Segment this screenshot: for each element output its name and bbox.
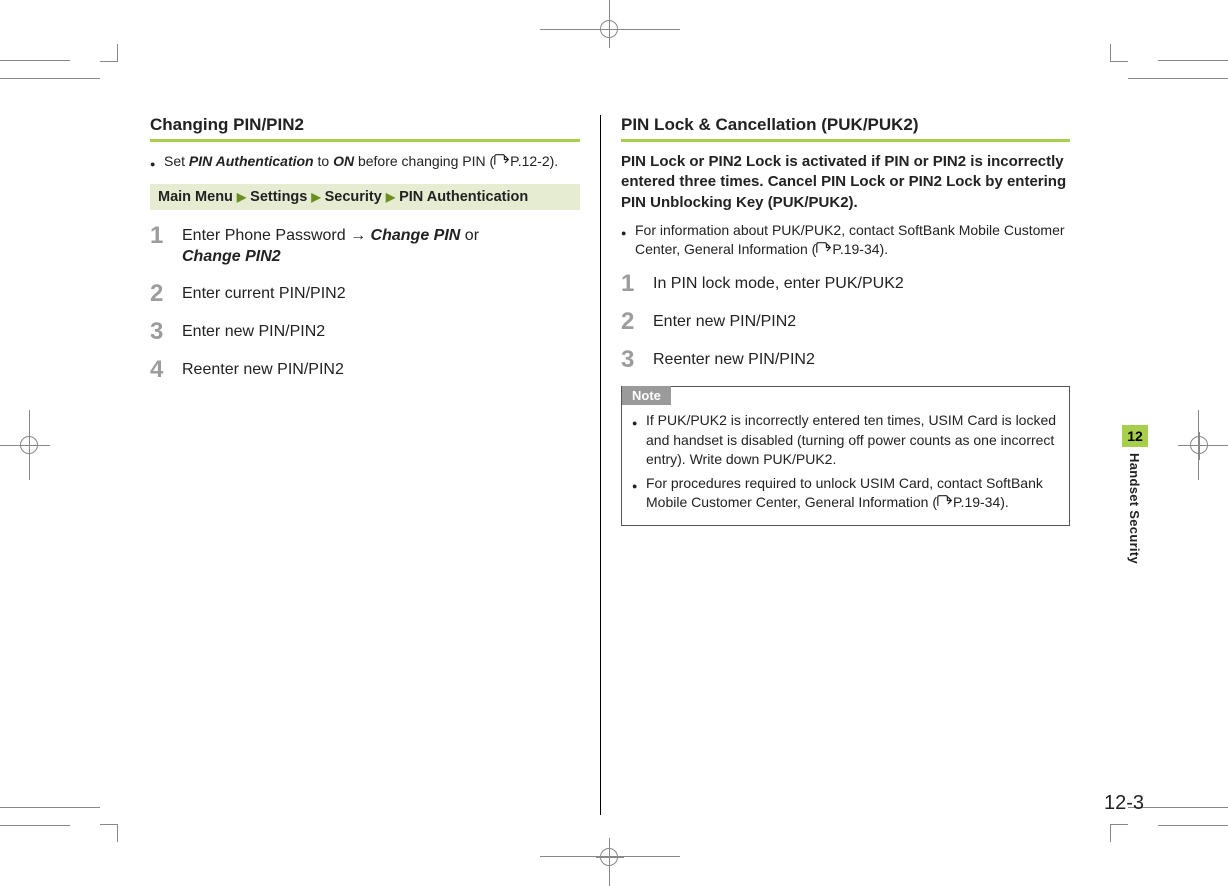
arrow-icon: → [350, 227, 366, 244]
nav-segment: PIN Authentication [399, 189, 528, 205]
step-number: 2 [150, 282, 182, 306]
step-text: In PIN lock mode, enter PUK/PUK2 [653, 272, 904, 296]
bullet-icon [150, 152, 164, 172]
note-label: Note [622, 386, 671, 405]
step-number: 1 [150, 224, 182, 268]
bullet-icon [621, 221, 635, 260]
step-text: Enter current PIN/PIN2 [182, 282, 346, 306]
step: 3 Reenter new PIN/PIN2 [621, 348, 1070, 372]
step-text: Enter new PIN/PIN2 [182, 320, 325, 344]
step-number: 3 [621, 348, 653, 372]
reference-icon [937, 494, 953, 507]
step-text: Enter new PIN/PIN2 [653, 310, 796, 334]
step-text: Reenter new PIN/PIN2 [182, 358, 344, 382]
right-steps: 1 In PIN lock mode, enter PUK/PUK2 2 Ent… [621, 272, 1070, 372]
note-text: For procedures required to unlock USIM C… [646, 474, 1059, 513]
bullet-icon [632, 411, 646, 470]
right-column: PIN Lock & Cancellation (PUK/PUK2) PIN L… [600, 115, 1070, 815]
chapter-title: Handset Security [1127, 453, 1142, 564]
step: 4 Reenter new PIN/PIN2 [150, 358, 580, 382]
step: 2 Enter current PIN/PIN2 [150, 282, 580, 306]
left-steps: 1 Enter Phone Password → Change PIN or C… [150, 224, 580, 382]
step-number: 1 [621, 272, 653, 296]
section-heading-right: PIN Lock & Cancellation (PUK/PUK2) [621, 115, 1070, 142]
step: 1 In PIN lock mode, enter PUK/PUK2 [621, 272, 1070, 296]
menu-path: Main Menu ▶ Settings ▶ Security ▶ PIN Au… [150, 184, 580, 210]
reference-icon [494, 153, 510, 166]
chapter-number: 12 [1122, 425, 1148, 447]
left-prereq: Set PIN Authentication to ON before chan… [150, 152, 580, 172]
step-text: Enter Phone Password → Change PIN or Cha… [182, 224, 479, 268]
note-box: Note If PUK/PUK2 is incorrectly entered … [621, 386, 1070, 526]
step-number: 2 [621, 310, 653, 334]
right-intro: PIN Lock or PIN2 Lock is activated if PI… [621, 152, 1070, 213]
step-number: 4 [150, 358, 182, 382]
reference-icon [816, 241, 832, 254]
triangle-icon: ▶ [237, 190, 246, 204]
bullet-icon [632, 474, 646, 513]
manual-page: Changing PIN/PIN2 Set PIN Authentication… [150, 115, 1090, 815]
section-heading-left: Changing PIN/PIN2 [150, 115, 580, 142]
triangle-icon: ▶ [311, 190, 320, 204]
page-number: 12-3 [1104, 792, 1144, 815]
left-column: Changing PIN/PIN2 Set PIN Authentication… [150, 115, 600, 815]
left-prereq-text: Set PIN Authentication to ON before chan… [164, 152, 558, 172]
note-text: If PUK/PUK2 is incorrectly entered ten t… [646, 411, 1059, 470]
right-info: For information about PUK/PUK2, contact … [621, 221, 1070, 260]
step-number: 3 [150, 320, 182, 344]
step: 1 Enter Phone Password → Change PIN or C… [150, 224, 580, 268]
chapter-tab: 12 Handset Security [1122, 425, 1148, 564]
step: 2 Enter new PIN/PIN2 [621, 310, 1070, 334]
step-text: Reenter new PIN/PIN2 [653, 348, 815, 372]
nav-segment: Main Menu [158, 189, 233, 205]
step: 3 Enter new PIN/PIN2 [150, 320, 580, 344]
right-info-text: For information about PUK/PUK2, contact … [635, 221, 1070, 260]
triangle-icon: ▶ [386, 190, 395, 204]
nav-segment: Security [325, 189, 382, 205]
nav-segment: Settings [250, 189, 307, 205]
